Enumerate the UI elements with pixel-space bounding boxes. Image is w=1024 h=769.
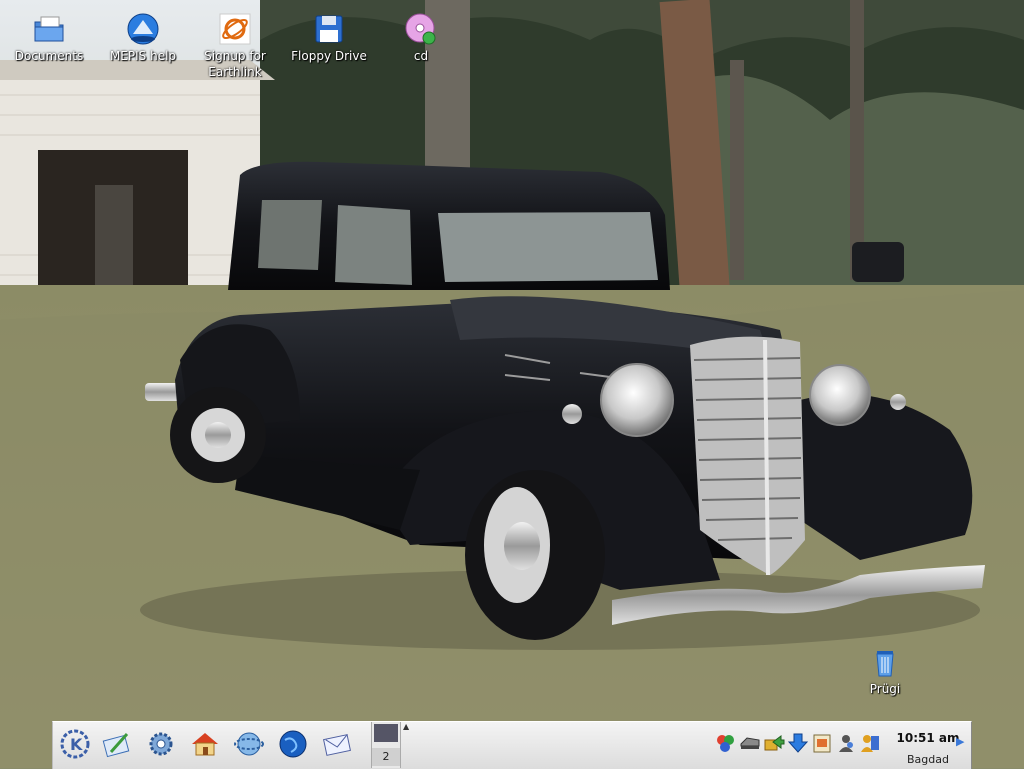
desktop-icon-trash[interactable]: Prügi <box>837 637 933 697</box>
kde-menu-icon: K <box>60 729 90 759</box>
text-editor-launcher[interactable] <box>101 728 133 760</box>
tray-drive[interactable] <box>739 732 761 754</box>
svg-text:K: K <box>70 735 83 754</box>
tray-keyboard-layout[interactable] <box>859 732 881 754</box>
desktop-icon-label: Prügi <box>869 682 901 696</box>
settings-gear-icon <box>149 732 173 756</box>
tray-network[interactable] <box>715 732 737 754</box>
pager-window-thumbnail <box>374 724 398 742</box>
kde-panel: K 2 ▲ 10:51 am Bagdad <box>52 721 972 769</box>
cd-icon <box>405 13 436 45</box>
user-switch-icon <box>839 735 853 752</box>
mail-icon <box>323 733 351 756</box>
home-icon <box>192 733 218 756</box>
desktop-icon-cd[interactable]: cd <box>373 4 469 64</box>
network-icon <box>717 735 734 752</box>
tray-clipboard[interactable] <box>811 732 833 754</box>
trash-icon <box>876 651 894 677</box>
update-icon <box>764 735 785 751</box>
home-launcher[interactable] <box>189 728 221 760</box>
desktop-icon-floppy[interactable]: Floppy Drive <box>281 4 377 64</box>
folder-documents-icon <box>34 16 64 42</box>
globe-icon <box>279 730 307 758</box>
desktop-icon-label: Signup for Earthlink <box>204 49 266 79</box>
pager-expand-arrow[interactable]: ▲ <box>403 722 409 731</box>
tray-download[interactable] <box>787 732 809 754</box>
desktop-icon-label: cd <box>413 49 429 63</box>
panel-hide-button[interactable]: ▶ <box>956 735 968 755</box>
globe-launcher[interactable] <box>277 728 309 760</box>
earthlink-icon <box>219 13 251 45</box>
text-editor-icon <box>102 733 130 758</box>
drive-icon <box>740 737 760 749</box>
tray-user-switch[interactable] <box>835 732 857 754</box>
desktop-pager[interactable]: 2 <box>371 722 401 768</box>
mail-launcher[interactable] <box>321 728 353 760</box>
clipboard-icon <box>813 734 831 753</box>
help-globe-icon <box>127 13 159 45</box>
desktop-icon-documents[interactable]: Documents <box>1 4 97 64</box>
web-browser-launcher[interactable] <box>233 728 265 760</box>
pager-desktop-number: 2 <box>372 748 400 766</box>
desktop-icon-mepis-help[interactable]: MEPIS help <box>95 4 191 64</box>
web-browser-icon <box>234 732 264 756</box>
keyboard-layout-icon <box>861 735 879 752</box>
desktop-icon-earthlink[interactable]: Signup for Earthlink <box>187 4 283 80</box>
tray-update[interactable] <box>763 732 785 754</box>
floppy-icon <box>315 15 343 43</box>
desktop-icon-label: MEPIS help <box>109 49 177 63</box>
download-arrow-icon <box>787 733 809 753</box>
kde-menu-button[interactable]: K <box>59 728 91 760</box>
desktop-icon-label: Floppy Drive <box>291 49 367 63</box>
desktop-icon-label: Documents <box>14 49 84 63</box>
settings-launcher[interactable] <box>145 728 177 760</box>
